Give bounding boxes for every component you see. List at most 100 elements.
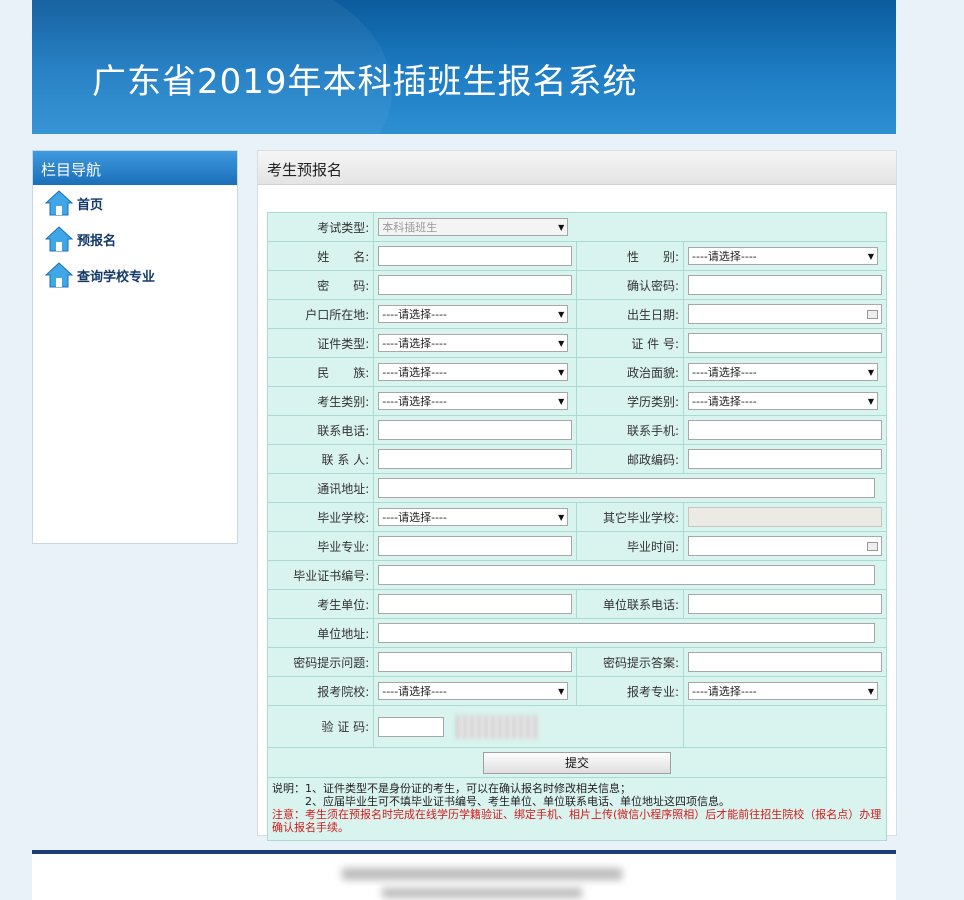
- cert-no-label: 毕业证书编号:: [266, 560, 375, 590]
- captcha-image[interactable]: [456, 714, 539, 739]
- password-input[interactable]: [378, 275, 573, 295]
- dropdown-arrow-icon: ▼: [867, 251, 874, 261]
- ethnicity-select[interactable]: ----请选择---- ▼: [378, 363, 569, 381]
- id-number-input[interactable]: [688, 333, 882, 353]
- political-select[interactable]: ----请选择---- ▼: [688, 363, 878, 381]
- postcode-label: 邮政编码:: [576, 444, 684, 474]
- unit-address-label: 单位地址:: [266, 618, 375, 648]
- confirm-password-input[interactable]: [688, 275, 882, 295]
- dropdown-arrow-icon: ▼: [558, 367, 565, 377]
- calendar-icon[interactable]: [867, 541, 878, 551]
- house-icon: [45, 190, 73, 216]
- education-type-value: ----请选择----: [692, 395, 757, 408]
- note-line-2: 2、应届毕业生可不填毕业证书编号、考生单位、单位联系电话、单位地址这四项信息。: [272, 795, 730, 808]
- page-title: 考生预报名: [258, 151, 896, 185]
- apply-school-label: 报考院校:: [266, 676, 375, 706]
- sidebar-item-pre-register[interactable]: 预报名: [33, 221, 237, 257]
- sidebar-header: 栏目导航: [33, 151, 237, 185]
- mobile-label: 联系手机:: [576, 415, 684, 445]
- gender-label: 性 别:: [576, 241, 684, 271]
- contact-input[interactable]: [378, 449, 573, 469]
- grad-time-label: 毕业时间:: [576, 531, 684, 561]
- exam-type-value: 本科插班生: [382, 221, 438, 234]
- education-type-select[interactable]: ----请选择---- ▼: [688, 392, 878, 410]
- submit-button[interactable]: 提交: [483, 751, 671, 774]
- sidebar-item-query-school-major[interactable]: 查询学校专业: [33, 257, 237, 293]
- cert-no-input[interactable]: [378, 565, 876, 585]
- hukou-select[interactable]: ----请选择---- ▼: [378, 305, 569, 323]
- id-number-label: 证 件 号:: [576, 328, 684, 358]
- birth-date-input[interactable]: [688, 304, 882, 324]
- ethnicity-label: 民 族:: [266, 357, 375, 387]
- grad-time-input[interactable]: [688, 536, 882, 556]
- house-icon: [45, 262, 73, 288]
- sidebar-item-label: 预报名: [77, 233, 117, 249]
- hukou-value: ----请选择----: [382, 308, 447, 321]
- dropdown-arrow-icon: ▼: [558, 512, 565, 522]
- birth-date-label: 出生日期:: [576, 299, 684, 329]
- political-value: ----请选择----: [692, 366, 757, 379]
- main-panel: 考生预报名 考试类型: 本科插班生 ▼ 姓 名: 性 别: ----请选择---…: [257, 150, 897, 841]
- header-banner: 广东省2019年本科插班生报名系统: [32, 0, 896, 134]
- phone-label: 联系电话:: [266, 415, 375, 445]
- dropdown-arrow-icon: ▼: [867, 367, 874, 377]
- hint-answer-input[interactable]: [688, 652, 882, 672]
- sidebar: 栏目导航 首页 预报名 查询学校专业: [32, 150, 238, 544]
- grad-school-label: 毕业学校:: [266, 502, 375, 532]
- name-input[interactable]: [378, 246, 573, 266]
- sidebar-item-home[interactable]: 首页: [33, 185, 237, 221]
- unit-phone-input[interactable]: [688, 594, 882, 614]
- candidate-type-label: 考生类别:: [266, 386, 375, 416]
- dropdown-arrow-icon: ▼: [558, 396, 565, 406]
- password-label: 密 码:: [266, 270, 375, 300]
- id-type-value: ----请选择----: [382, 337, 447, 350]
- dropdown-arrow-icon: ▼: [558, 309, 565, 319]
- apply-school-value: ----请选择----: [382, 685, 447, 698]
- sidebar-item-label: 查询学校专业: [77, 269, 156, 285]
- phone-input[interactable]: [378, 420, 573, 440]
- dropdown-arrow-icon: ▼: [867, 686, 874, 696]
- dropdown-arrow-icon: ▼: [558, 222, 565, 232]
- note-warning: 注意：考生须在预报名时完成在线学历学籍验证、绑定手机、相片上传(微信小程序照相）…: [272, 808, 882, 834]
- candidate-type-select[interactable]: ----请选择---- ▼: [378, 392, 569, 410]
- sidebar-item-label: 首页: [77, 197, 104, 213]
- note-line-1: 说明：1、证件类型不是身份证的考生，可以在确认报名时修改相关信息；: [272, 782, 631, 795]
- grad-school-select[interactable]: ----请选择---- ▼: [378, 508, 569, 526]
- education-type-label: 学历类别:: [576, 386, 684, 416]
- registration-form: 考试类型: 本科插班生 ▼ 姓 名: 性 别: ----请选择---- ▼ 密 …: [266, 212, 887, 841]
- contact-label: 联 系 人:: [266, 444, 375, 474]
- captcha-input[interactable]: [378, 716, 445, 737]
- gender-value: ----请选择----: [692, 250, 757, 263]
- exam-type-label: 考试类型:: [266, 212, 375, 242]
- political-label: 政治面貌:: [576, 357, 684, 387]
- dropdown-arrow-icon: ▼: [558, 686, 565, 696]
- exam-type-select: 本科插班生 ▼: [378, 218, 569, 236]
- postcode-input[interactable]: [688, 449, 882, 469]
- confirm-password-label: 确认密码:: [576, 270, 684, 300]
- other-school-label: 其它毕业学校:: [576, 502, 684, 532]
- house-icon: [45, 226, 73, 252]
- footer: [32, 854, 896, 900]
- captcha-label: 验 证 码:: [266, 705, 375, 748]
- candidate-type-value: ----请选择----: [382, 395, 447, 408]
- apply-school-select[interactable]: ----请选择---- ▼: [378, 682, 569, 700]
- dropdown-arrow-icon: ▼: [867, 396, 874, 406]
- id-type-select[interactable]: ----请选择---- ▼: [378, 334, 569, 352]
- hint-question-input[interactable]: [378, 652, 573, 672]
- work-unit-label: 考生单位:: [266, 589, 375, 619]
- footer-blurred-text: [382, 888, 582, 898]
- other-school-input: [688, 507, 882, 527]
- gender-select[interactable]: ----请选择---- ▼: [688, 247, 878, 265]
- unit-address-input[interactable]: [378, 623, 876, 643]
- work-unit-input[interactable]: [378, 594, 573, 614]
- hint-question-label: 密码提示问题:: [266, 647, 375, 677]
- calendar-icon[interactable]: [867, 309, 878, 319]
- footer-blurred-text: [342, 868, 622, 880]
- address-input[interactable]: [378, 478, 876, 498]
- major-input[interactable]: [378, 536, 573, 556]
- id-type-label: 证件类型:: [266, 328, 375, 358]
- address-label: 通讯地址:: [266, 473, 375, 503]
- grad-school-value: ----请选择----: [382, 511, 447, 524]
- apply-major-select[interactable]: ----请选择---- ▼: [688, 682, 878, 700]
- mobile-input[interactable]: [688, 420, 882, 440]
